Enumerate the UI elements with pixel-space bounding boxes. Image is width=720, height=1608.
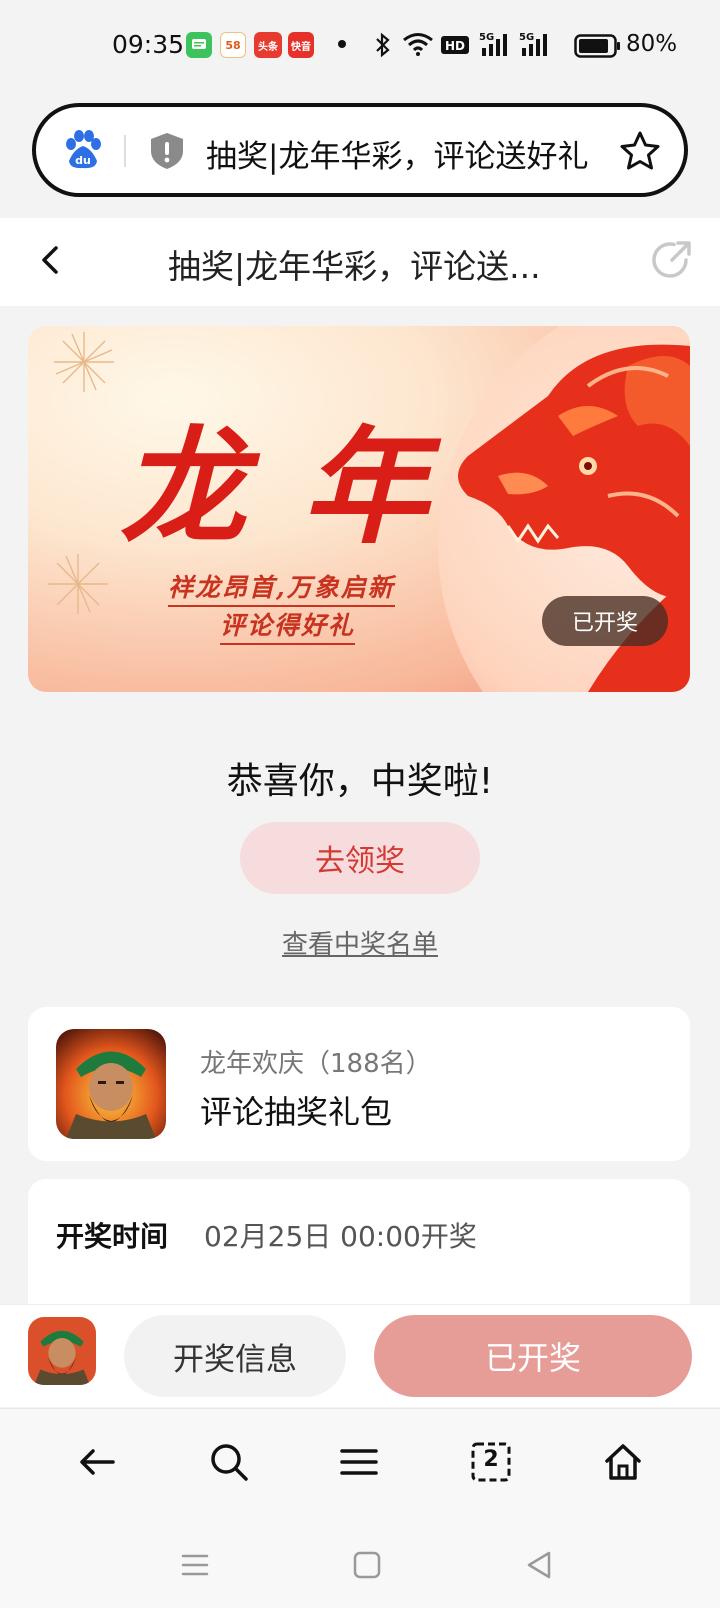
security-shield-icon[interactable] <box>148 131 186 171</box>
menu-icon[interactable] <box>334 1437 384 1487</box>
battery-icon <box>574 34 620 58</box>
messages-icon <box>186 32 212 58</box>
draw-info-button[interactable]: 开奖信息 <box>124 1315 346 1397</box>
svg-text:5G: 5G <box>519 32 534 43</box>
firework-icon-2 <box>48 554 108 614</box>
banner-heading: 龙年 <box>120 413 484 561</box>
signal-5g-icon: 5G <box>479 32 507 56</box>
draw-time-label: 开奖时间 <box>56 1220 169 1253</box>
drawn-status-button[interactable]: 已开奖 <box>374 1315 692 1397</box>
back-chevron-icon[interactable] <box>36 240 66 280</box>
banner-subslogan: 评论得好礼 <box>220 606 356 645</box>
baidu-logo-icon[interactable]: du <box>62 129 104 171</box>
draw-info-card: 开奖时间 02月25日 00:00开奖 <box>28 1179 690 1319</box>
svg-text:du: du <box>75 154 91 167</box>
page-title: 抽奖|龙年华彩，评论送... <box>168 247 541 286</box>
firework-icon <box>54 332 114 392</box>
hd-icon: HD <box>441 36 469 54</box>
page-header: 抽奖|龙年华彩，评论送... <box>0 218 720 306</box>
bluetooth-icon <box>376 32 390 58</box>
claim-prize-button[interactable]: 去领奖 <box>240 822 480 894</box>
game-thumbnail[interactable] <box>28 1317 96 1385</box>
home-square-icon[interactable] <box>350 1548 384 1582</box>
tabs-icon[interactable]: 2 <box>466 1437 516 1487</box>
back-triangle-icon[interactable] <box>522 1548 556 1582</box>
back-arrow-icon[interactable] <box>72 1437 122 1487</box>
prize-title: 评论抽奖礼包 <box>200 1093 393 1131</box>
svg-text:HD: HD <box>445 39 465 53</box>
signal-5g-icon-2: 5G <box>519 32 547 56</box>
kuaiyin-icon: 快音 <box>288 32 314 58</box>
status-badge: 已开奖 <box>542 596 668 646</box>
recent-apps-icon[interactable] <box>178 1548 212 1582</box>
winners-list-label[interactable]: 查看中奖名单 <box>282 930 438 960</box>
action-bar: 开奖信息 已开奖 <box>0 1304 720 1407</box>
address-bar[interactable]: du 抽奖|龙年华彩，评论送好礼 <box>32 103 688 197</box>
prize-subtitle: 龙年欢庆（188名） <box>200 1049 432 1079</box>
bookmark-star-icon[interactable] <box>618 129 662 173</box>
prize-game-image <box>56 1029 166 1139</box>
notification-dot <box>338 40 346 48</box>
system-nav-bar <box>0 1520 720 1608</box>
address-separator <box>124 135 126 167</box>
battery-percent: 80% <box>626 31 678 57</box>
svg-text:5G: 5G <box>479 32 494 43</box>
tab-count: 2 <box>483 1447 499 1472</box>
toutiao-icon: 头条 <box>254 32 282 58</box>
congrats-text: 恭喜你，中奖啦! <box>226 761 494 802</box>
status-time: 09:35 <box>112 30 185 59</box>
event-banner: 龙年 祥龙昂首,万象启新 评论得好礼 已开奖 <box>28 326 690 692</box>
address-title[interactable]: 抽奖|龙年华彩，评论送好礼 <box>206 131 588 176</box>
wifi-icon <box>403 33 433 56</box>
share-icon[interactable] <box>650 238 694 282</box>
58-icon: 58 <box>220 32 246 58</box>
search-icon[interactable] <box>204 1437 254 1487</box>
status-bar: 09:35 58 头条 快音 HD 5G 5G 80% <box>0 0 720 92</box>
winners-list-link[interactable]: 查看中奖名单 <box>0 924 720 961</box>
home-icon[interactable] <box>598 1437 648 1487</box>
banner-slogan: 祥龙昂首,万象启新 <box>168 568 395 607</box>
prize-card[interactable]: 龙年欢庆（188名） 评论抽奖礼包 <box>28 1007 690 1161</box>
draw-time-value: 02月25日 00:00开奖 <box>204 1220 477 1253</box>
browser-toolbar: 2 <box>0 1408 720 1520</box>
